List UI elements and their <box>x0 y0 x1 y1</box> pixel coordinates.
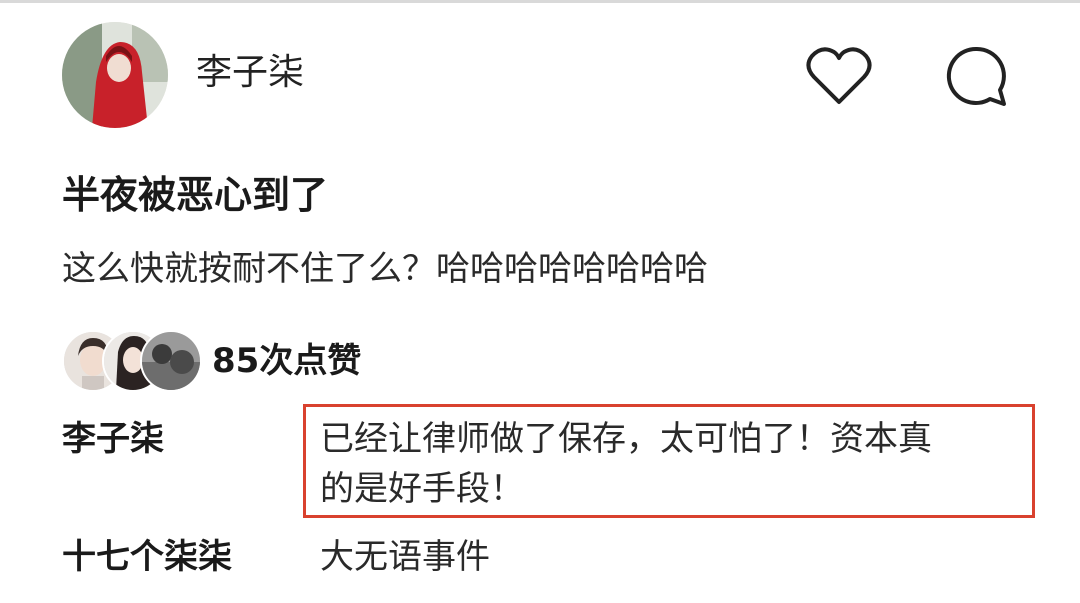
liker-avatar[interactable] <box>140 330 202 392</box>
comment-text: 已经让律师做了保存，太可怕了！资本真 的是好手段！ <box>320 414 1020 514</box>
comment-author[interactable]: 十七个柒柒 <box>62 532 232 582</box>
top-divider <box>0 0 1080 3</box>
post-title: 半夜被恶心到了 <box>62 173 329 217</box>
comment-text-line: 的是好手段！ <box>320 469 524 509</box>
comment-author[interactable]: 李子柒 <box>62 414 164 464</box>
username[interactable]: 李子柒 <box>196 48 304 98</box>
comment-text: 大无语事件 <box>320 537 490 577</box>
comment-text-line: 已经让律师做了保存，太可怕了！资本真 <box>320 419 932 459</box>
post-body: 这么快就按耐不住了么？哈哈哈哈哈哈哈哈 <box>62 249 708 289</box>
like-button[interactable] <box>803 40 875 112</box>
user-avatar[interactable] <box>62 22 168 128</box>
post-card: 李子柒 半夜被恶心到了 这么快就按耐不住了么？哈哈哈哈哈哈哈哈 85次点赞 李子… <box>0 0 1080 603</box>
comment-button[interactable] <box>940 40 1012 112</box>
liker-avatars[interactable] <box>62 330 202 392</box>
comment-bubble-icon <box>946 46 1006 106</box>
like-count[interactable]: 85次点赞 <box>212 336 361 386</box>
heart-icon <box>806 47 872 104</box>
